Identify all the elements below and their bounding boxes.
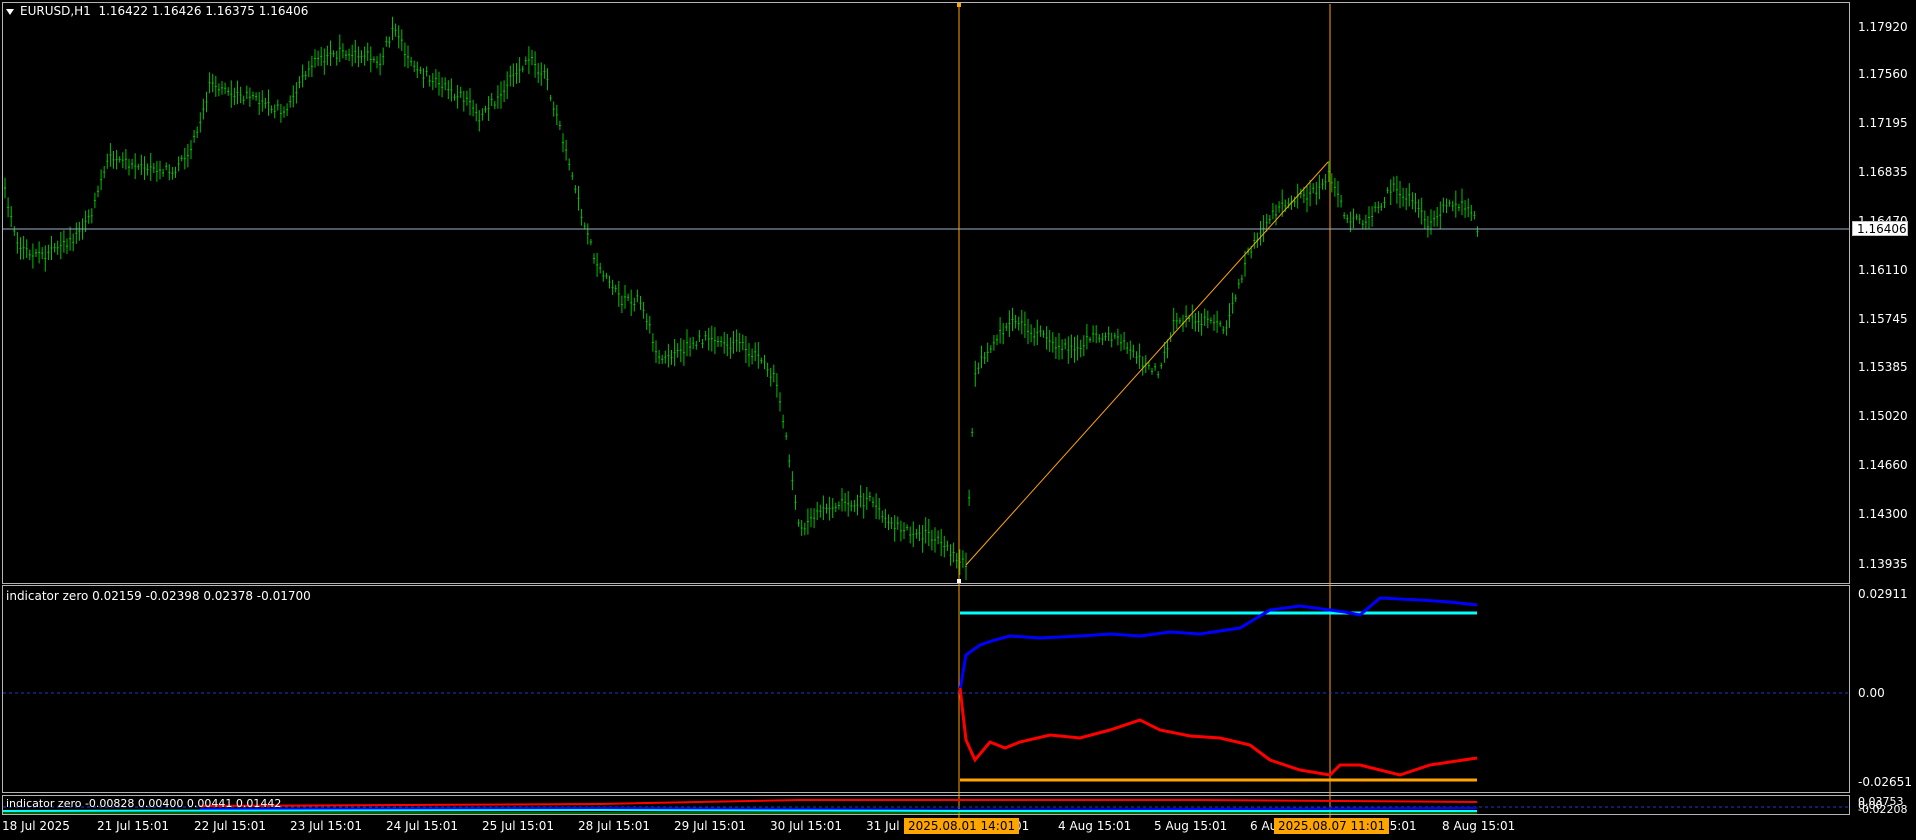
- indicator2-axis-label: -0.02208: [1858, 803, 1908, 816]
- price-axis-label: 1.17560: [1858, 67, 1908, 81]
- time-axis-label: 4 Aug 15:01: [1058, 819, 1132, 833]
- ind2-red-line: [199, 799, 1478, 807]
- ind2-cyan-line: [2, 808, 1477, 812]
- price-axis-label: 1.16835: [1858, 165, 1908, 179]
- price-axis-label: 1.17920: [1858, 20, 1908, 34]
- indicator1-axis-label: 0.02911: [1858, 587, 1908, 601]
- time-axis-label: 24 Jul 15:01: [386, 819, 458, 833]
- time-axis-label: 18 Jul 2025: [2, 819, 70, 833]
- time-axis-label: 23 Jul 15:01: [290, 819, 362, 833]
- chart-menu-arrow-icon[interactable]: [6, 9, 14, 15]
- time-axis-label: 21 Jul 15:01: [97, 819, 169, 833]
- time-axis-label: 5 Aug 15:01: [1154, 819, 1228, 833]
- time-axis-label: 22 Jul 15:01: [194, 819, 266, 833]
- red-series-line: [958, 687, 1478, 777]
- indicator2-label: indicator zero -0.00828 0.00400 0.00441 …: [6, 797, 282, 810]
- price-axis-label: 1.15385: [1858, 360, 1908, 374]
- trend-line: [965, 161, 1329, 566]
- price-axis-label: 1.15745: [1858, 312, 1908, 326]
- price-axis-label: 1.15020: [1858, 409, 1908, 423]
- price-axis-label: 1.14660: [1858, 458, 1908, 472]
- price-axis-label: 1.14300: [1858, 507, 1908, 521]
- time-axis-label: 31 Jul: [866, 819, 900, 833]
- indicator1-axis-label: -0.02651: [1858, 775, 1912, 789]
- current-price-tag: 1.16406: [1852, 221, 1908, 236]
- time-highlight-label: 2025.08.01 14:01: [904, 818, 1020, 834]
- time-axis-label: 8 Aug 15:01: [1442, 819, 1516, 833]
- price-axis-label: 1.13935: [1858, 557, 1908, 571]
- time-highlight-label: 2025.08.07 11:01: [1274, 818, 1390, 834]
- price-axis-label: 1.17195: [1858, 116, 1908, 130]
- time-axis-label: 29 Jul 15:01: [674, 819, 746, 833]
- time-axis-label: 30 Jul 15:01: [770, 819, 842, 833]
- vertical-line-handle: [957, 3, 961, 7]
- time-axis-label: 28 Jul 15:01: [578, 819, 650, 833]
- vertical-line-handle: [957, 579, 961, 583]
- indicator1-label: indicator zero 0.02159 -0.02398 0.02378 …: [6, 589, 311, 603]
- indicator1-axis-label: 0.00: [1858, 686, 1885, 700]
- symbol-label: EURUSD,H1 1.16422 1.16426 1.16375 1.1640…: [20, 4, 309, 18]
- chart-drawing-layer: [2, 3, 1850, 818]
- time-axis-label: 25 Jul 15:01: [482, 819, 554, 833]
- price-axis-label: 1.16110: [1858, 263, 1908, 277]
